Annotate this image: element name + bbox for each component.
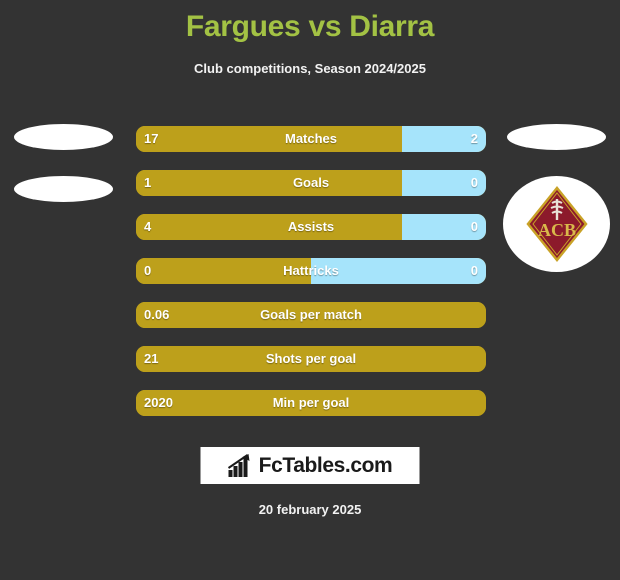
away-player-column: ACB	[490, 0, 620, 580]
away-value: 0	[470, 263, 478, 278]
away-value: 2	[470, 131, 478, 146]
page-title: Fargues vs Diarra	[185, 10, 435, 43]
generated-date: 20 february 2025	[258, 502, 362, 517]
stat-row-shots-per-goal: 21 Shots per goal	[136, 346, 486, 372]
stat-row-matches: 17 Matches 2	[136, 126, 486, 152]
home-player-photo-top	[14, 124, 113, 150]
acb-crest-letters: ACB	[537, 220, 575, 240]
stat-row-min-per-goal: 2020 Min per goal	[136, 390, 486, 416]
away-club-badge: ACB	[503, 176, 610, 272]
stat-row-hattricks: 0 Hattricks 0	[136, 258, 486, 284]
stat-label: Min per goal	[272, 395, 350, 410]
home-player-photo-bottom	[14, 176, 113, 202]
acb-crest-icon: ACB	[525, 186, 588, 262]
stat-label: Assists	[287, 219, 335, 234]
stat-label: Matches	[284, 131, 338, 146]
fctables-logo[interactable]: FcTables.com	[200, 447, 420, 484]
header: Fargues vs Diarra Club competitions, Sea…	[0, 0, 620, 77]
stat-label: Shots per goal	[265, 351, 357, 366]
stat-row-assists: 4 Assists 0	[136, 214, 486, 240]
stat-row-goals-per-match: 0.06 Goals per match	[136, 302, 486, 328]
away-value: 0	[470, 219, 478, 234]
stat-label: Goals per match	[260, 307, 362, 322]
bar-chart-arrow-icon	[228, 453, 250, 477]
page-subtitle: Club competitions, Season 2024/2025	[194, 61, 426, 76]
stat-label: Hattricks	[283, 263, 339, 278]
away-player-photo-top	[507, 124, 606, 150]
stat-row-goals: 1 Goals 0	[136, 170, 486, 196]
away-value: 0	[470, 175, 478, 190]
fctables-label: FcTables.com	[258, 454, 393, 477]
home-player-column	[0, 0, 130, 580]
stat-label: Goals	[292, 175, 330, 190]
stats-list: 17 Matches 2 1 Goals 0 4 Assists 0 0 Hat…	[136, 126, 486, 416]
comparison-infographic: Fargues vs Diarra Club competitions, Sea…	[0, 0, 620, 580]
